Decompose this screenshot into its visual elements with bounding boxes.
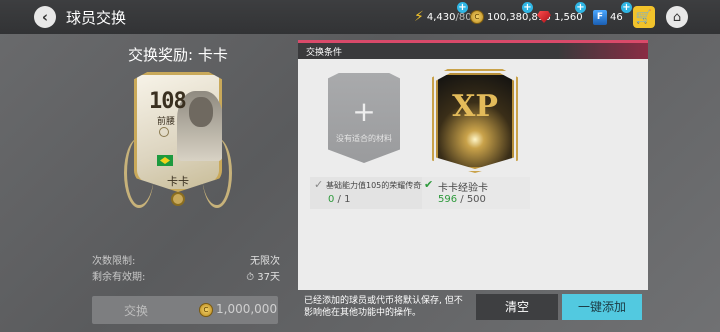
plus-icon: + <box>352 95 376 128</box>
player-photo-head <box>189 97 213 127</box>
requirement-2: ✔ 卡卡经验卡 596 / 500 <box>422 177 530 209</box>
coin-icon: C <box>199 303 213 317</box>
cart-icon: 🛒 <box>635 9 653 25</box>
validity-row: 剩余有效期: ⏱ 37天 <box>92 268 280 283</box>
empty-material-slot[interactable]: + 没有适合的材料 <box>328 73 400 163</box>
count-limit-row: 次数限制: 无限次 <box>92 252 280 267</box>
gems-value: 1,560 <box>554 11 583 23</box>
top-bar: ‹ 球员交换 ⚡ 4,430 /80 + C 100,380,816 + 1,5… <box>0 0 720 34</box>
player-position: 前腰 <box>157 117 176 127</box>
requirement-1: ✓ 基础能力值105的荣耀传奇卡卡 0 / 1 <box>310 177 437 209</box>
add-gems-button[interactable]: + <box>575 2 586 13</box>
clear-button[interactable]: 清空 <box>476 294 558 320</box>
requirement-1-progress: 0 / 1 <box>328 194 351 205</box>
points-icon: F <box>593 9 607 25</box>
lightning-icon: ⚡ <box>414 9 424 25</box>
conditions-header: 交换条件 <box>298 43 648 59</box>
validity-value-wrap: ⏱ 37天 <box>246 268 280 283</box>
exchange-label: 交换 <box>124 304 149 318</box>
reward-title: 交换奖励: 卡卡 <box>128 46 228 64</box>
xp-card[interactable]: XP <box>436 73 514 169</box>
save-note: 已经添加的球员或代币将默认保存, 但不影响他在其他功能中的操作。 <box>304 296 463 318</box>
club-badge-icon <box>159 127 169 137</box>
points-resource: F 46 <box>593 9 623 25</box>
conditions-panel: 交换条件 + 没有适合的材料 XP ✓ 基础能力值105的荣耀传奇卡卡 0 / … <box>298 40 648 290</box>
coin-icon: C <box>470 10 484 24</box>
card-tier-icon <box>171 192 185 206</box>
stopwatch-icon: ⏱ <box>246 272 258 283</box>
gem-icon <box>537 11 551 23</box>
requirement-1-label: 基础能力值105的荣耀传奇卡卡 <box>326 181 438 190</box>
add-energy-button[interactable]: + <box>457 2 468 13</box>
conditions-header-title: 交换条件 <box>306 48 343 58</box>
home-icon: ⌂ <box>672 9 682 25</box>
count-limit-label: 次数限制: <box>92 256 136 267</box>
page-title: 球员交换 <box>66 9 127 27</box>
empty-slot-text: 没有适合的材料 <box>336 134 392 143</box>
validity-label: 剩余有效期: <box>92 272 146 283</box>
requirement-2-progress: 596 / 500 <box>438 194 486 205</box>
player-rating: 108 <box>149 89 187 114</box>
validity-value: 37天 <box>257 272 280 283</box>
chevron-left-icon: ‹ <box>41 8 49 26</box>
auto-add-button[interactable]: 一键添加 <box>562 294 642 320</box>
shop-button[interactable]: 🛒 <box>633 6 655 28</box>
check-icon: ✔ <box>424 178 434 191</box>
add-points-button[interactable]: + <box>621 2 632 13</box>
exchange-button[interactable]: 交换 C 1,000,000 <box>92 296 278 324</box>
energy-value: 4,430 <box>426 11 456 23</box>
home-button[interactable]: ⌂ <box>666 6 688 28</box>
back-button[interactable]: ‹ <box>34 6 56 28</box>
count-limit-value: 无限次 <box>250 256 280 267</box>
player-card-face: 108 前腰 卡卡 <box>134 72 222 192</box>
check-icon: ✓ <box>314 178 324 191</box>
xp-label: XP <box>452 89 498 124</box>
brazil-flag-icon <box>157 155 173 166</box>
points-value: 46 <box>610 11 623 23</box>
exchange-price: 1,000,000 <box>216 302 278 316</box>
add-coins-button[interactable]: + <box>522 2 533 13</box>
reward-player-card[interactable]: 108 前腰 卡卡 <box>124 68 232 208</box>
requirement-2-label: 卡卡经验卡 <box>438 183 488 194</box>
